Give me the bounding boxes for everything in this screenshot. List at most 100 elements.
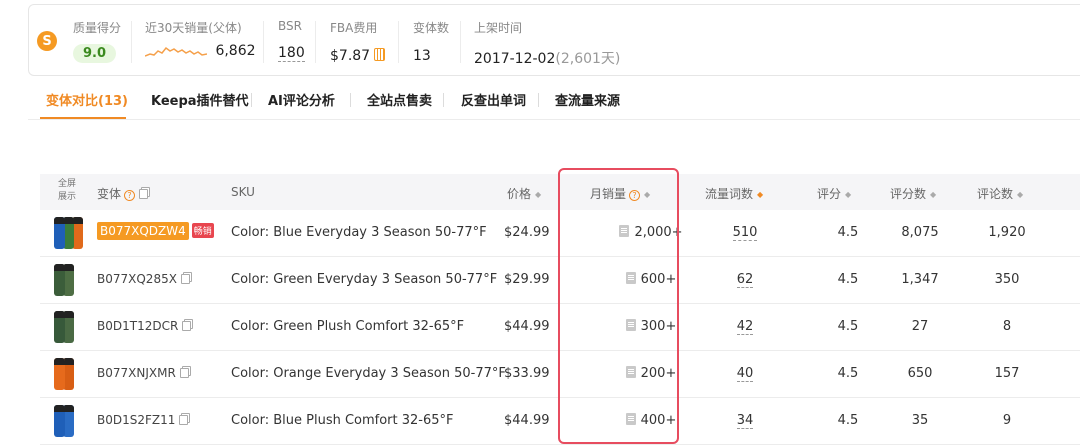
variant-cell: B0D1S2FZ11	[97, 413, 189, 428]
asin-link[interactable]: B077XNJXMR	[97, 366, 176, 380]
asin-link[interactable]: B0D1T12DCR	[97, 319, 178, 333]
stat-divider	[398, 21, 399, 63]
header-price[interactable]: 价格 ◆	[507, 185, 541, 202]
traffic-words-cell[interactable]: 40	[722, 366, 768, 382]
rating-count-cell: 27	[897, 319, 943, 334]
asin-link[interactable]: B077XQDZW4	[97, 222, 189, 240]
header-monthly-sales-label: 月销量	[590, 187, 627, 201]
monthly-sales-cell: 200+	[595, 366, 707, 381]
listed-date-value: 2017-12-02	[474, 51, 556, 67]
bsr-value[interactable]: 180	[278, 45, 305, 62]
header-review-count[interactable]: 评论数 ◆	[977, 185, 1023, 202]
sort-icon[interactable]: ◆	[1017, 190, 1023, 199]
sort-icon-active[interactable]: ◆	[757, 190, 763, 199]
review-count-cell: 9	[984, 413, 1030, 428]
tab-divider	[538, 93, 539, 107]
tab-all-sites[interactable]: 全站点售卖	[367, 90, 432, 109]
review-count-cell: 350	[984, 272, 1030, 287]
sales-sparkline-icon[interactable]	[145, 42, 207, 60]
rating-count-cell-value: 27	[911, 319, 929, 334]
calculator-icon[interactable]	[374, 48, 386, 61]
sort-icon[interactable]: ◆	[930, 190, 936, 199]
rating-count-cell: 35	[897, 413, 943, 428]
sort-icon[interactable]: ◆	[535, 190, 541, 199]
table-row[interactable]: B0D1T12DCR Color: Green Plush Comfort 32-…	[40, 304, 1080, 351]
sort-icon[interactable]: ◆	[845, 190, 851, 199]
tab-variant-compare[interactable]: 变体对比(13)	[46, 90, 128, 109]
table-row[interactable]: B077XQ285X Color: Green Everyday 3 Season…	[40, 257, 1080, 304]
active-tab-underline	[40, 117, 126, 119]
help-icon[interactable]: ?	[629, 190, 641, 201]
tab-traffic-source[interactable]: 查流量来源	[555, 90, 620, 109]
review-count-cell-value: 157	[994, 366, 1020, 381]
bsr-label: BSR	[278, 19, 302, 33]
rating-count-cell-value: 1,347	[901, 272, 939, 287]
rating-cell-value: 4.5	[837, 319, 859, 334]
asin-link[interactable]: B077XQ285X	[97, 272, 177, 286]
sku-value: Color: Blue Plush Comfort 32-65°F	[231, 413, 454, 428]
fba-fee-label: FBA费用	[330, 21, 378, 35]
traffic-words-cell[interactable]: 62	[722, 272, 768, 288]
review-count-cell-value: 350	[994, 272, 1020, 287]
header-rating-count[interactable]: 评分数 ◆	[890, 185, 936, 202]
header-monthly-sales[interactable]: 月销量? ◆	[590, 185, 650, 202]
traffic-words-cell[interactable]: 34	[722, 413, 768, 429]
sales-30d-label: 近30天销量(父体)	[145, 21, 242, 35]
copy-icon[interactable]	[179, 368, 189, 378]
header-rating-label: 评分	[817, 187, 842, 201]
price-value: $33.99	[504, 366, 550, 381]
best-seller-badge: 畅销	[191, 223, 214, 238]
tab-bar: 变体对比(13) Keepa插件替代 AI评论分析 全站点售卖 反查出单词 查流…	[28, 80, 1080, 120]
product-thumbnail[interactable]	[54, 357, 82, 391]
monthly-sales-cell: 2,000+	[595, 225, 707, 240]
document-icon[interactable]	[619, 225, 630, 237]
document-icon[interactable]	[625, 366, 636, 378]
document-icon[interactable]	[625, 319, 636, 331]
traffic-words-cell[interactable]: 42	[722, 319, 768, 335]
price-value: $24.99	[504, 225, 550, 240]
document-icon[interactable]	[625, 413, 636, 425]
rating-cell: 4.5	[825, 366, 871, 381]
rating-cell-value: 4.5	[837, 225, 859, 240]
product-thumbnail[interactable]	[54, 216, 83, 250]
rating-cell-value: 4.5	[837, 413, 859, 428]
document-icon[interactable]	[625, 272, 636, 284]
traffic-words-cell-value: 62	[736, 272, 754, 288]
table-row[interactable]: B077XQDZW4 畅销 Color: Blue Everyday 3 Seaso…	[40, 210, 1080, 257]
variant-cell: B077XNJXMR	[97, 366, 189, 381]
header-rating-count-label: 评分数	[890, 187, 927, 201]
review-count-cell-value: 1,920	[988, 225, 1026, 240]
stat-divider	[131, 21, 132, 63]
bsr-stat: BSR 180	[278, 19, 305, 62]
header-rating[interactable]: 评分 ◆	[817, 185, 851, 202]
rating-cell-value: 4.5	[837, 272, 859, 287]
header-traffic-words[interactable]: 流量词数 ◆	[705, 185, 763, 202]
copy-icon[interactable]	[179, 415, 189, 425]
monthly-sales-value: 200+	[640, 366, 677, 381]
table-row[interactable]: B077XNJXMR Color: Orange Everyday 3 Seaso…	[40, 351, 1080, 398]
copy-icon[interactable]	[182, 321, 192, 331]
asin-link[interactable]: B0D1S2FZ11	[97, 413, 175, 427]
traffic-words-cell[interactable]: 510	[722, 225, 768, 241]
product-thumbnail[interactable]	[54, 310, 82, 344]
sku-value: Color: Green Plush Comfort 32-65°F	[231, 319, 465, 334]
tab-ai-review[interactable]: AI评论分析	[268, 90, 335, 109]
rating-count-cell-value: 650	[907, 366, 933, 381]
monthly-sales-cell: 400+	[595, 413, 707, 428]
variant-count-label: 变体数	[413, 21, 450, 35]
price-cell: $33.99	[504, 366, 550, 381]
rating-cell: 4.5	[825, 225, 871, 240]
tab-reverse-keywords[interactable]: 反查出单词	[461, 90, 526, 109]
product-thumbnail[interactable]	[54, 263, 82, 297]
copy-icon[interactable]	[139, 189, 149, 199]
copy-icon[interactable]	[180, 274, 190, 284]
help-icon[interactable]: ?	[124, 190, 136, 201]
quality-score-badge: 9.0	[73, 44, 117, 63]
product-thumbnail[interactable]	[54, 404, 82, 438]
stat-divider	[315, 21, 316, 63]
sku-cell: Color: Blue Everyday 3 Season 50-77°F	[231, 225, 487, 240]
sort-icon[interactable]: ◆	[644, 190, 650, 199]
fullscreen-toggle[interactable]: 全屏 展示	[54, 178, 80, 204]
tab-keepa[interactable]: Keepa插件替代	[151, 90, 249, 109]
table-row[interactable]: B0D1S2FZ11 Color: Blue Plush Comfort 32-6…	[40, 398, 1080, 445]
